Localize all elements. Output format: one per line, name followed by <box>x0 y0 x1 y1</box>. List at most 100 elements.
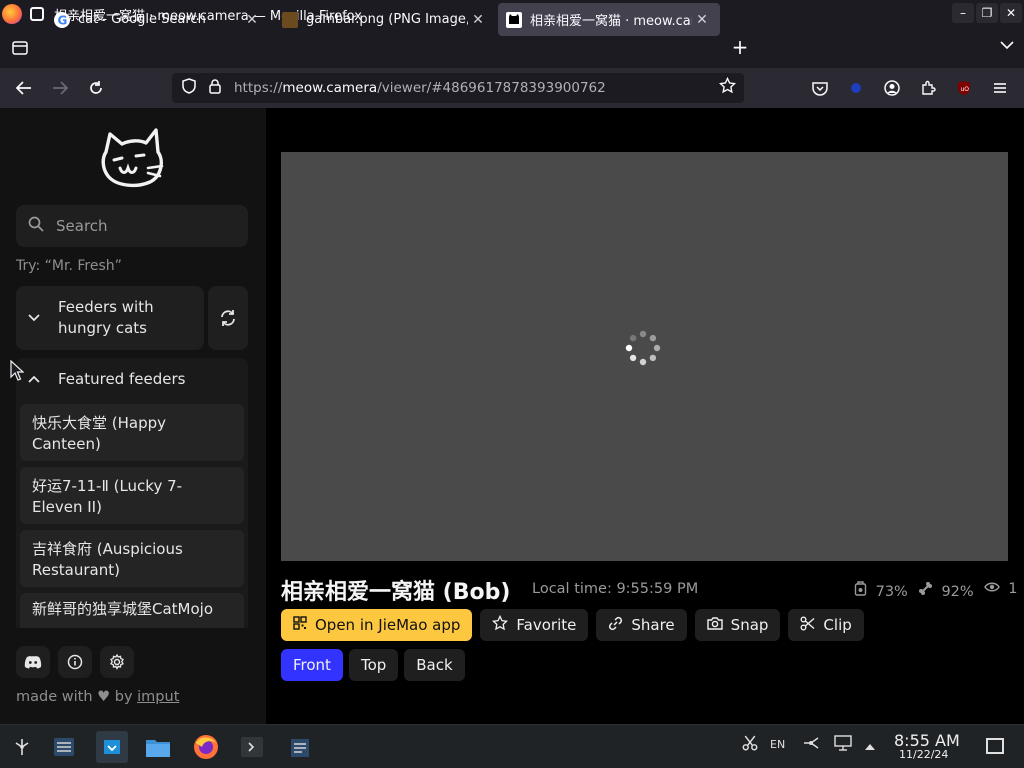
camera-icon <box>706 616 723 634</box>
forward-button[interactable] <box>48 76 72 100</box>
pocket-icon[interactable] <box>808 76 832 100</box>
featured-feeder-list: 快乐大食堂 (Happy Canteen) 好运7-11-Ⅱ (Lucky 7-… <box>16 400 248 628</box>
tray-expand-icon[interactable] <box>864 739 876 755</box>
search-input[interactable] <box>56 217 236 235</box>
discord-icon[interactable] <box>16 646 50 678</box>
open-in-app-button[interactable]: Open in JieMao app <box>281 609 473 641</box>
snap-label: Snap <box>730 616 769 634</box>
hungry-cats-group-toggle[interactable]: Feeders with hungry cats <box>16 286 204 350</box>
display-tray-icon[interactable] <box>834 735 852 755</box>
close-window-button[interactable]: ✕ <box>1000 3 1022 23</box>
feeder-item[interactable]: 好运7-11-Ⅱ (Lucky 7-Eleven II) <box>20 467 244 524</box>
info-icon[interactable] <box>58 646 92 678</box>
firefox-view-icon[interactable] <box>0 30 40 66</box>
list-all-tabs-icon[interactable] <box>1000 38 1014 54</box>
share-button[interactable]: Share <box>596 609 687 641</box>
feeder-search-box[interactable] <box>16 205 248 247</box>
star-icon <box>492 614 509 635</box>
svg-text:uO: uO <box>961 86 970 93</box>
address-bar[interactable]: https://meow.camera/viewer/#486961787839… <box>172 73 744 103</box>
chevron-down-icon <box>28 311 44 326</box>
clip-button[interactable]: Clip <box>788 609 864 641</box>
tab-label: 相亲相爱一窝猫 · meow.camera <box>530 14 692 29</box>
meow-camera-logo[interactable] <box>100 128 168 190</box>
tab-label: gambar.png (PNG Image, 1 <box>306 12 468 27</box>
imput-link[interactable]: imput <box>137 689 179 705</box>
tab-label: cat - Google Search <box>78 12 206 27</box>
close-tab-icon[interactable]: ✕ <box>242 12 262 28</box>
url-scheme: https:// <box>234 80 283 96</box>
clip-label: Clip <box>823 616 852 634</box>
battery-value: 92% <box>941 584 974 600</box>
screenshot-scissors-tray-icon[interactable] <box>742 735 758 755</box>
tab-meow-camera[interactable]: 相亲相爱一窝猫 · meow.camera ✕ <box>498 3 720 36</box>
system-settings-taskbar-icon[interactable] <box>48 731 80 763</box>
heart-icon: ♥ <box>97 689 111 705</box>
taskbar: EN <box>0 724 1024 768</box>
back-button[interactable] <box>12 76 36 100</box>
feeder-item[interactable]: 新鲜哥的独享城堡CatMojo <box>20 593 244 628</box>
network-tray-icon[interactable] <box>802 735 820 755</box>
maximize-button[interactable]: ❐ <box>976 3 998 23</box>
hungry-cats-group-label: Feeders with hungry cats <box>58 298 154 337</box>
feeder-item[interactable]: 吉祥食府 (Auspicious Restaurant) <box>20 530 244 587</box>
hamburger-menu-icon[interactable] <box>988 76 1012 100</box>
app-launcher-icon[interactable] <box>6 731 38 763</box>
new-tab-button[interactable]: + <box>728 37 752 58</box>
settings-gear-icon[interactable] <box>100 646 134 678</box>
search-hint: Try: “Mr. Fresh” <box>16 258 122 274</box>
close-tab-icon[interactable]: ✕ <box>468 12 488 28</box>
camera-video-player[interactable] <box>281 152 1008 561</box>
account-icon[interactable] <box>880 76 904 100</box>
featured-feeders-group-toggle[interactable]: Featured feeders <box>16 358 248 400</box>
food-level-stat: 73% <box>854 581 908 600</box>
loading-spinner-icon <box>625 330 661 366</box>
extensions-puzzle-icon[interactable] <box>916 76 940 100</box>
sidebar-footer-icons <box>16 646 134 678</box>
show-desktop-button[interactable] <box>986 738 1004 754</box>
keyboard-layout-indicator[interactable]: EN <box>770 738 785 751</box>
tab-gambar-png[interactable]: gambar.png (PNG Image, 1 ✕ <box>274 3 496 36</box>
refresh-icon <box>221 310 235 326</box>
eye-icon <box>983 581 1005 597</box>
lock-icon[interactable] <box>206 78 224 98</box>
kate-editor-taskbar-icon[interactable] <box>284 731 316 763</box>
food-bag-icon <box>854 581 872 600</box>
bookmark-star-icon[interactable] <box>718 76 737 99</box>
clock-date[interactable]: 11/22/24 <box>899 748 948 761</box>
ublock-origin-icon[interactable]: uO <box>952 76 976 100</box>
firefox-taskbar-icon[interactable] <box>190 731 222 763</box>
main-content: 相亲相爱一窝猫 (Bob) Local time: 9:55:59 PM 73%… <box>266 108 1024 724</box>
view-back-button[interactable]: Back <box>404 649 465 681</box>
app-menu-icon[interactable] <box>30 7 44 21</box>
made-with-text: made with <box>16 689 93 705</box>
file-manager-taskbar-icon[interactable] <box>142 731 174 763</box>
terminal-taskbar-icon[interactable] <box>236 731 268 763</box>
minimize-button[interactable]: – <box>952 3 974 23</box>
reload-button[interactable] <box>84 76 108 100</box>
firefox-logo-icon <box>2 4 22 24</box>
view-top-button[interactable]: Top <box>348 649 399 681</box>
feeder-item[interactable]: 快乐大食堂 (Happy Canteen) <box>20 404 244 461</box>
link-icon <box>608 616 623 635</box>
mouse-cursor-icon <box>10 360 24 381</box>
sidebar: Try: “Mr. Fresh” Feeders with hungry cat… <box>0 108 266 724</box>
camera-actions: Open in JieMao app Favorite Share Snap C… <box>281 609 864 641</box>
camera-view-selector: Front Top Back <box>281 649 465 681</box>
discover-taskbar-icon[interactable] <box>96 731 128 763</box>
tab-google-search[interactable]: G cat - Google Search ✕ <box>46 3 270 36</box>
refresh-button[interactable] <box>208 286 248 350</box>
search-icon <box>28 216 46 236</box>
favorite-button[interactable]: Favorite <box>480 609 589 641</box>
url-text: https://meow.camera/viewer/#486961787839… <box>234 80 606 96</box>
extension-blue-icon[interactable] <box>844 76 868 100</box>
scissors-icon <box>800 616 815 635</box>
view-front-button[interactable]: Front <box>281 649 343 681</box>
favorite-label: Favorite <box>516 616 577 634</box>
tracking-protection-shield-icon[interactable] <box>180 78 198 98</box>
close-tab-icon[interactable]: ✕ <box>692 12 712 28</box>
snap-button[interactable]: Snap <box>694 609 781 641</box>
qr-code-icon <box>293 616 307 634</box>
local-time: Local time: 9:55:59 PM <box>532 581 699 597</box>
open-in-app-label: Open in JieMao app <box>315 616 461 634</box>
